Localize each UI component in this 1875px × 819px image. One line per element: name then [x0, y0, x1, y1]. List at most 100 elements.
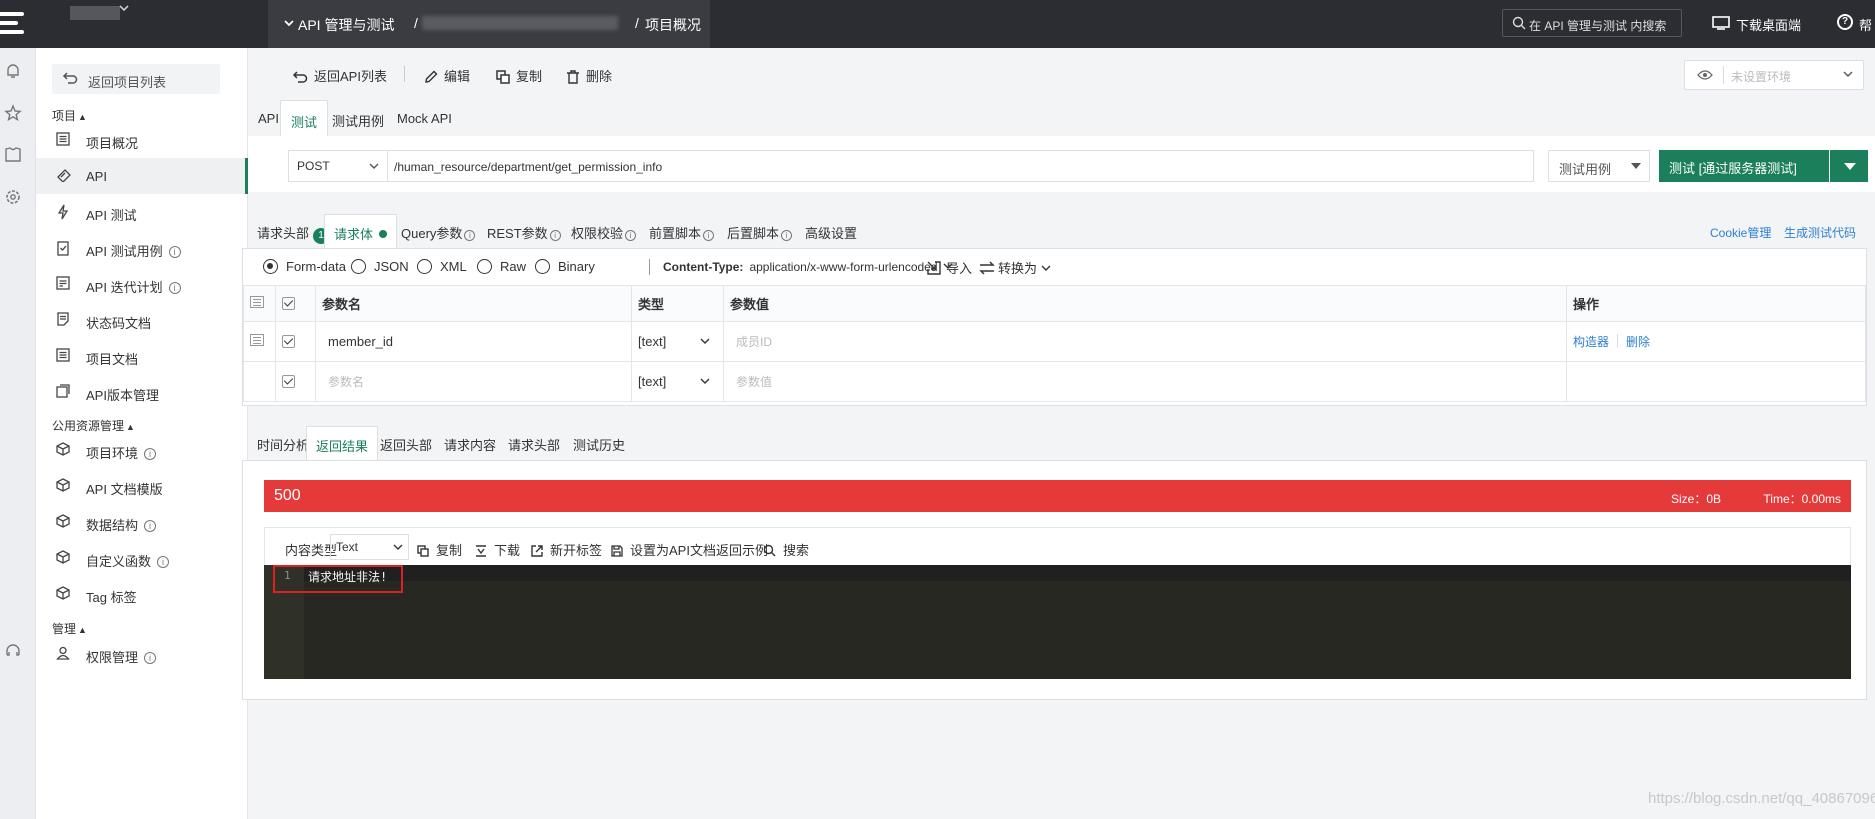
import-button[interactable]: 导入 [927, 258, 972, 277]
tab-test-history[interactable]: 测试历史 [564, 426, 634, 460]
info-icon[interactable]: i [168, 282, 181, 294]
test-dropdown-button[interactable] [1830, 150, 1868, 182]
generate-test-code-link[interactable]: 生成测试代码 [1784, 224, 1856, 241]
param-value-input[interactable]: 参数值 [723, 361, 1567, 402]
sidebar-item-project-env[interactable]: 项目环境 i [36, 432, 248, 468]
tab-mock-api[interactable]: Mock API [387, 100, 462, 136]
tab-request-body[interactable]: 请求体 [324, 214, 398, 248]
tab-response-body[interactable]: 返回结果 [306, 426, 379, 460]
delete-button[interactable]: 删除 [566, 66, 612, 85]
drag-handle[interactable] [243, 321, 276, 362]
tab-rest-params[interactable]: REST参数 i [478, 214, 570, 248]
tab-advanced[interactable]: 高级设置 [796, 214, 866, 248]
convert-button[interactable]: 转换为 [979, 258, 1052, 277]
download-result-button[interactable]: 下载 [475, 540, 520, 559]
star-icon[interactable] [4, 104, 22, 122]
radio-form-data[interactable]: Form-data [263, 259, 346, 274]
sidebar-item-api-doc-template[interactable]: API 文档模版 [36, 468, 248, 504]
testcase-select[interactable]: 测试用例 [1548, 150, 1650, 182]
param-name-input[interactable]: 参数名 [315, 361, 632, 402]
caret-down-icon [1844, 163, 1856, 170]
radio-json[interactable]: JSON [351, 259, 409, 274]
tab-test[interactable]: 测试 [280, 100, 329, 136]
breadcrumb-blurred[interactable] [422, 16, 618, 30]
info-icon[interactable]: i [157, 556, 170, 568]
tab-post-script[interactable]: 后置脚本 i [718, 214, 801, 248]
tab-query-params[interactable]: Query参数 i [392, 214, 484, 248]
sidebar-item-tag[interactable]: Tag 标签 [36, 576, 248, 612]
account-name-blurred[interactable] [70, 6, 120, 20]
sidebar-item-api[interactable]: API [36, 158, 248, 194]
param-value-input[interactable]: 成员ID [723, 321, 1567, 362]
sidebar-item-api-test[interactable]: API 测试 [36, 194, 248, 230]
checkbox-checked[interactable] [282, 297, 295, 310]
eye-icon[interactable] [1697, 69, 1713, 81]
new-tab-button[interactable]: 新开标签 [531, 540, 602, 559]
environment-select[interactable]: 未设置环境 [1684, 60, 1864, 90]
sidebar-item-api-plan[interactable]: API 迭代计划 i [36, 266, 248, 302]
content-type-select[interactable]: Text [330, 534, 409, 560]
info-icon[interactable]: i [703, 230, 715, 241]
tab-testcases[interactable]: 测试用例 [322, 100, 394, 136]
sidebar-item-project-doc[interactable]: 项目文档 [36, 338, 248, 374]
chevron-down-icon[interactable] [118, 2, 130, 14]
project-name[interactable]: API 管理与测试 [298, 15, 394, 35]
info-icon[interactable]: i [144, 652, 157, 664]
sidebar-item-api-testcase[interactable]: API 测试用例 i [36, 230, 248, 266]
sidebar-item-permissions[interactable]: 权限管理 i [36, 636, 248, 672]
bell-icon[interactable] [4, 62, 22, 80]
tab-request-headers-result[interactable]: 请求头部 [499, 426, 569, 460]
info-icon[interactable]: i [464, 230, 476, 241]
builder-link[interactable]: 构造器 [1573, 335, 1609, 349]
info-icon[interactable]: i [781, 230, 793, 241]
info-icon[interactable]: i [144, 520, 157, 532]
param-name-input[interactable]: member_id [315, 321, 632, 362]
radio-binary[interactable]: Binary [535, 259, 595, 274]
checkbox-checked[interactable] [282, 335, 295, 348]
chevron-down-icon[interactable] [284, 18, 294, 28]
content-type-select[interactable]: Content-Type: application/x-www-form-urle… [663, 260, 954, 274]
tab-pre-script[interactable]: 前置脚本 i [640, 214, 723, 248]
tab-request-content[interactable]: 请求内容 [435, 426, 505, 460]
global-search[interactable]: 在 API 管理与测试 内搜索 [1502, 9, 1682, 37]
method-select[interactable]: POST [288, 150, 388, 182]
tab-auth[interactable]: 权限校验 i [562, 214, 645, 248]
back-to-projects-button[interactable]: 返回项目列表 [52, 64, 220, 94]
edit-button[interactable]: 编辑 [424, 66, 470, 85]
row-checkbox-cell[interactable] [275, 321, 316, 362]
gear-icon[interactable] [4, 188, 22, 206]
info-icon[interactable]: i [168, 246, 181, 258]
col-header-name: 参数名 [315, 285, 632, 322]
radio-raw[interactable]: Raw [477, 259, 526, 274]
sidebar-item-status-code-doc[interactable]: 状态码文档 [36, 302, 248, 338]
url-input[interactable]: /human_resource/department/get_permissio… [388, 150, 1534, 182]
info-icon[interactable]: i [549, 230, 561, 241]
group-manage[interactable]: 管理 ▲ [52, 620, 87, 637]
back-to-api-list-button[interactable]: 返回API列表 [292, 66, 387, 85]
radio-xml[interactable]: XML [417, 259, 467, 274]
select-all-header[interactable] [275, 285, 316, 322]
copy-result-button[interactable]: 复制 [417, 540, 462, 559]
headset-icon[interactable] [4, 642, 22, 660]
row-checkbox-cell[interactable] [275, 361, 316, 402]
info-icon[interactable]: i [144, 448, 157, 460]
test-button[interactable]: 测试 [通过服务器测试] [1659, 150, 1829, 182]
search-result-button[interactable]: 搜索 [763, 540, 809, 559]
response-editor[interactable]: 1 请求地址非法! [264, 565, 1851, 679]
cookie-manage-link[interactable]: Cookie管理 [1710, 224, 1771, 241]
checkbox-checked[interactable] [282, 375, 295, 388]
set-example-button[interactable]: 设置为API文档返回示例 [611, 540, 768, 559]
copy-button[interactable]: 复制 [496, 66, 542, 85]
shirt-icon[interactable] [4, 146, 22, 164]
sidebar-item-overview[interactable]: 项目概况 [36, 122, 248, 158]
logo-icon[interactable] [0, 8, 30, 40]
param-type-select[interactable]: [text] [631, 361, 724, 402]
param-type-select[interactable]: [text] [631, 321, 724, 362]
sidebar-item-data-structure[interactable]: 数据结构 i [36, 504, 248, 540]
info-icon[interactable]: i [625, 230, 637, 241]
sidebar-item-custom-function[interactable]: 自定义函数 i [36, 540, 248, 576]
tab-response-headers[interactable]: 返回头部 [371, 426, 441, 460]
delete-row-link[interactable]: 删除 [1626, 335, 1650, 349]
sidebar-item-api-version[interactable]: API版本管理 [36, 374, 248, 410]
drag-header[interactable] [243, 285, 276, 322]
